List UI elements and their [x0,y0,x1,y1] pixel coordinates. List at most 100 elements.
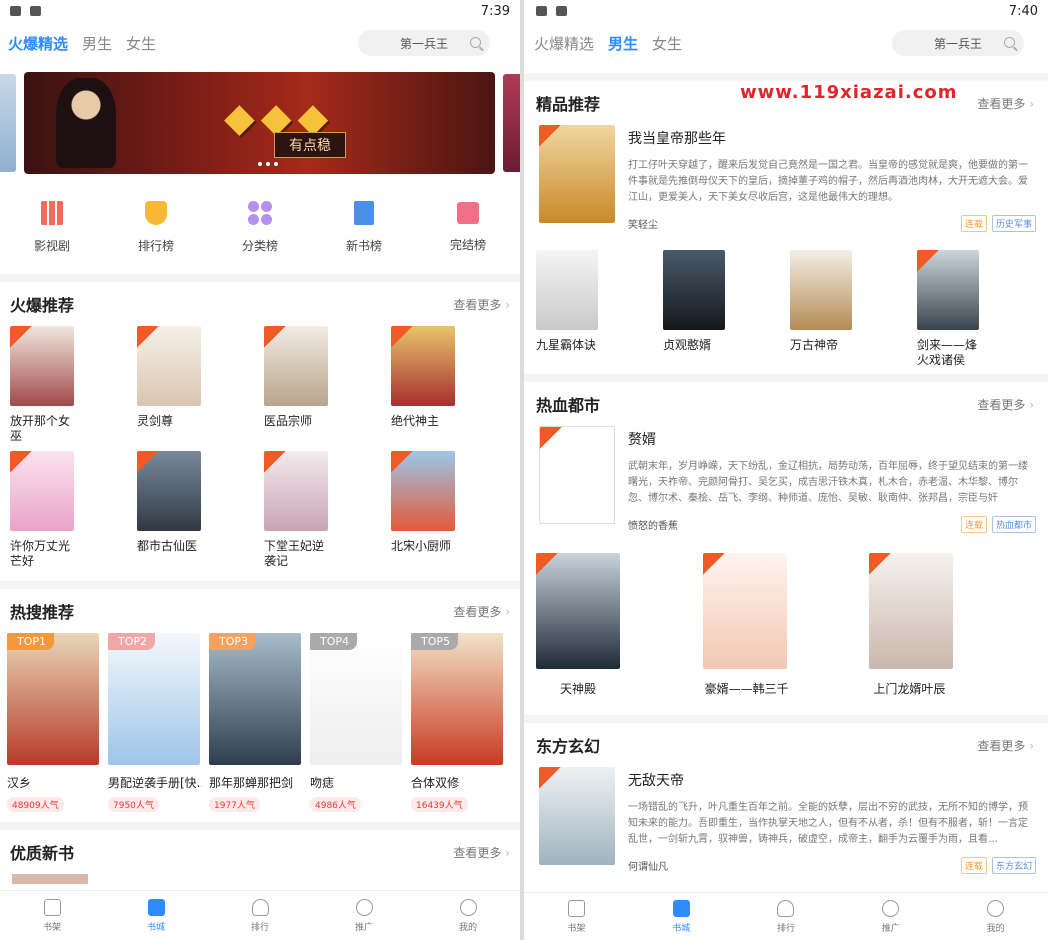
book-title: 合体双修 [411,776,460,790]
category-rank[interactable]: 排行榜 [104,200,208,254]
book-item[interactable]: 北宋小厨师 [387,451,514,571]
book-item[interactable]: 都市古仙医 [133,451,260,571]
featured-book[interactable]: 我当皇帝那些年 打工仔叶天穿越了，醒来后发觉自己竟然是一国之君。当皇帝的感觉就是… [524,125,1048,232]
section-header: 热血都市 查看更多 [524,382,1048,426]
search-icon [1004,37,1015,48]
book-title: 万古神帝 [790,338,839,352]
tab-profile[interactable]: 我的 [416,891,520,940]
rank-badge: TOP5 [411,633,459,650]
tab-label: 书架 [42,922,61,933]
book-item[interactable]: 绝代神主 [387,326,514,446]
tab-promote[interactable]: 推广 [838,893,943,940]
hot-book-item[interactable]: TOP2 男配逆袭手册[快... 7950人气 [108,633,209,812]
book-item[interactable]: 剑来——烽火戏诸侯 [913,250,1040,370]
book-cover [10,326,74,406]
book-title: 都市古仙医 [137,539,198,553]
category-label: 影视剧 [33,238,70,253]
book-title: 天神殿 [560,682,597,696]
tab-profile[interactable]: 我的 [943,893,1048,940]
tab-male[interactable]: 男生 [82,33,112,54]
tab-bookshelf[interactable]: 书架 [0,891,104,940]
tab-featured[interactable]: 火爆精选 [534,33,594,54]
more-link[interactable]: 查看更多 [977,396,1034,413]
book-item[interactable]: 九星霸体诀 [532,250,659,370]
tab-male[interactable]: 男生 [608,33,638,54]
book-cover-partial [12,874,88,884]
book-item[interactable]: 下堂王妃逆袭记 [260,451,387,571]
tab-bookstore[interactable]: 书城 [629,893,734,940]
notification-icon [536,6,547,16]
tab-featured[interactable]: 火爆精选 [8,33,68,54]
status-bar: 7:39 [0,0,520,22]
divider [0,581,520,589]
featured-book[interactable]: 无敌天帝 一场错乱的飞升，叶凡重生百年之前。全能的妖孽，层出不穷的武技，无所不知… [524,767,1048,874]
section-title: 火爆推荐 [10,296,75,315]
more-link[interactable]: 查看更多 [453,296,510,313]
hot-book-item[interactable]: TOP1 汉乡 48909人气 [7,633,108,812]
banner-image: ◆◆◆ 有点稳 [24,72,495,174]
trophy-icon [777,899,795,917]
category-films[interactable]: 影视剧 [0,200,104,254]
popularity-badge: 7950人气 [108,797,159,812]
category-new[interactable]: 新书榜 [312,200,416,254]
user-icon [459,898,477,916]
tab-promote[interactable]: 推广 [312,891,416,940]
status-badge: 连载 [960,857,987,874]
more-link[interactable]: 查看更多 [977,95,1034,112]
book-cover [702,553,787,669]
banner-subtitle: 有点稳 [274,132,346,158]
tab-ranking[interactable]: 排行 [734,893,839,940]
search-input[interactable]: 第一兵王 [892,30,1024,56]
tab-female[interactable]: 女生 [652,33,682,54]
category-row: 影视剧 排行榜 分类榜 新书榜 完结榜 [0,180,520,274]
book-title: 灵剑尊 [137,414,174,428]
book-grid: 放开那个女巫 灵剑尊 医品宗师 绝代神主 [0,326,520,446]
tab-label: 推广 [881,923,900,934]
featured-book[interactable]: 赘婿 武朝末年，岁月峥嵘，天下纷乱，金辽相抗，局势动荡，百年屈辱，终于望见结束的… [524,426,1048,533]
tab-bookstore[interactable]: 书城 [104,891,208,940]
trophy-icon [251,898,269,916]
hot-book-item[interactable]: TOP4 吻痣 4986人气 [310,633,411,812]
bookshelf-icon [43,898,61,916]
category-classify[interactable]: 分类榜 [208,200,312,254]
search-input[interactable]: 第一兵王 [358,30,490,56]
book-author: 何谓仙凡 [628,862,668,873]
book-item[interactable]: 万古神帝 [786,250,913,370]
hot-search-row: TOP1 汉乡 48909人气 TOP2 男配逆袭手册[快... 7950人气 … [0,633,520,812]
hot-book-item[interactable]: TOP3 那年那蝉那把剑 1977人气 [209,633,310,812]
more-link[interactable]: 查看更多 [453,844,510,861]
book-title: 贞观憨婿 [663,338,712,352]
book-cover [264,451,328,531]
section-title: 精品推荐 [536,95,601,114]
book-cover [10,451,74,531]
book-item[interactable]: 放开那个女巫 [6,326,133,446]
book-item[interactable]: 灵剑尊 [133,326,260,446]
bookstore-icon [672,899,690,917]
banner-prev-slide [0,74,16,172]
book-item[interactable]: 许你万丈光芒好 [6,451,133,571]
status-badge: 连载 [960,516,987,533]
tab-ranking[interactable]: 排行 [208,891,312,940]
book-item[interactable]: 贞观憨婿 [659,250,786,370]
book-item[interactable]: 上门龙婿叶辰 [869,553,1036,697]
category-label: 排行榜 [137,238,174,253]
more-link[interactable]: 查看更多 [453,603,510,620]
more-link[interactable]: 查看更多 [977,737,1034,754]
category-finished[interactable]: 完结榜 [416,201,520,253]
carousel-dots [258,162,278,166]
tab-label: 书城 [672,923,691,934]
book-item[interactable]: 豪婿——韩三千 [702,553,870,697]
banner-carousel[interactable]: ◆◆◆ 有点稳 [0,70,520,180]
popularity-badge: 1977人气 [209,797,260,812]
hot-book-item[interactable]: TOP5 合体双修 16439人气 [411,633,512,812]
category-label: 分类榜 [241,238,278,253]
section-header: 热搜推荐 查看更多 [0,589,520,633]
divider [524,73,1048,81]
genre-badge: 历史军事 [991,215,1036,232]
tab-bookshelf[interactable]: 书架 [524,893,629,940]
book-item[interactable]: 天神殿 [536,553,703,697]
bottom-tab-bar: 书架 书城 排行 推广 我的 [0,890,520,940]
book-author: 愤怒的香蕉 [628,521,678,532]
tab-female[interactable]: 女生 [126,33,156,54]
book-item[interactable]: 医品宗师 [260,326,387,446]
